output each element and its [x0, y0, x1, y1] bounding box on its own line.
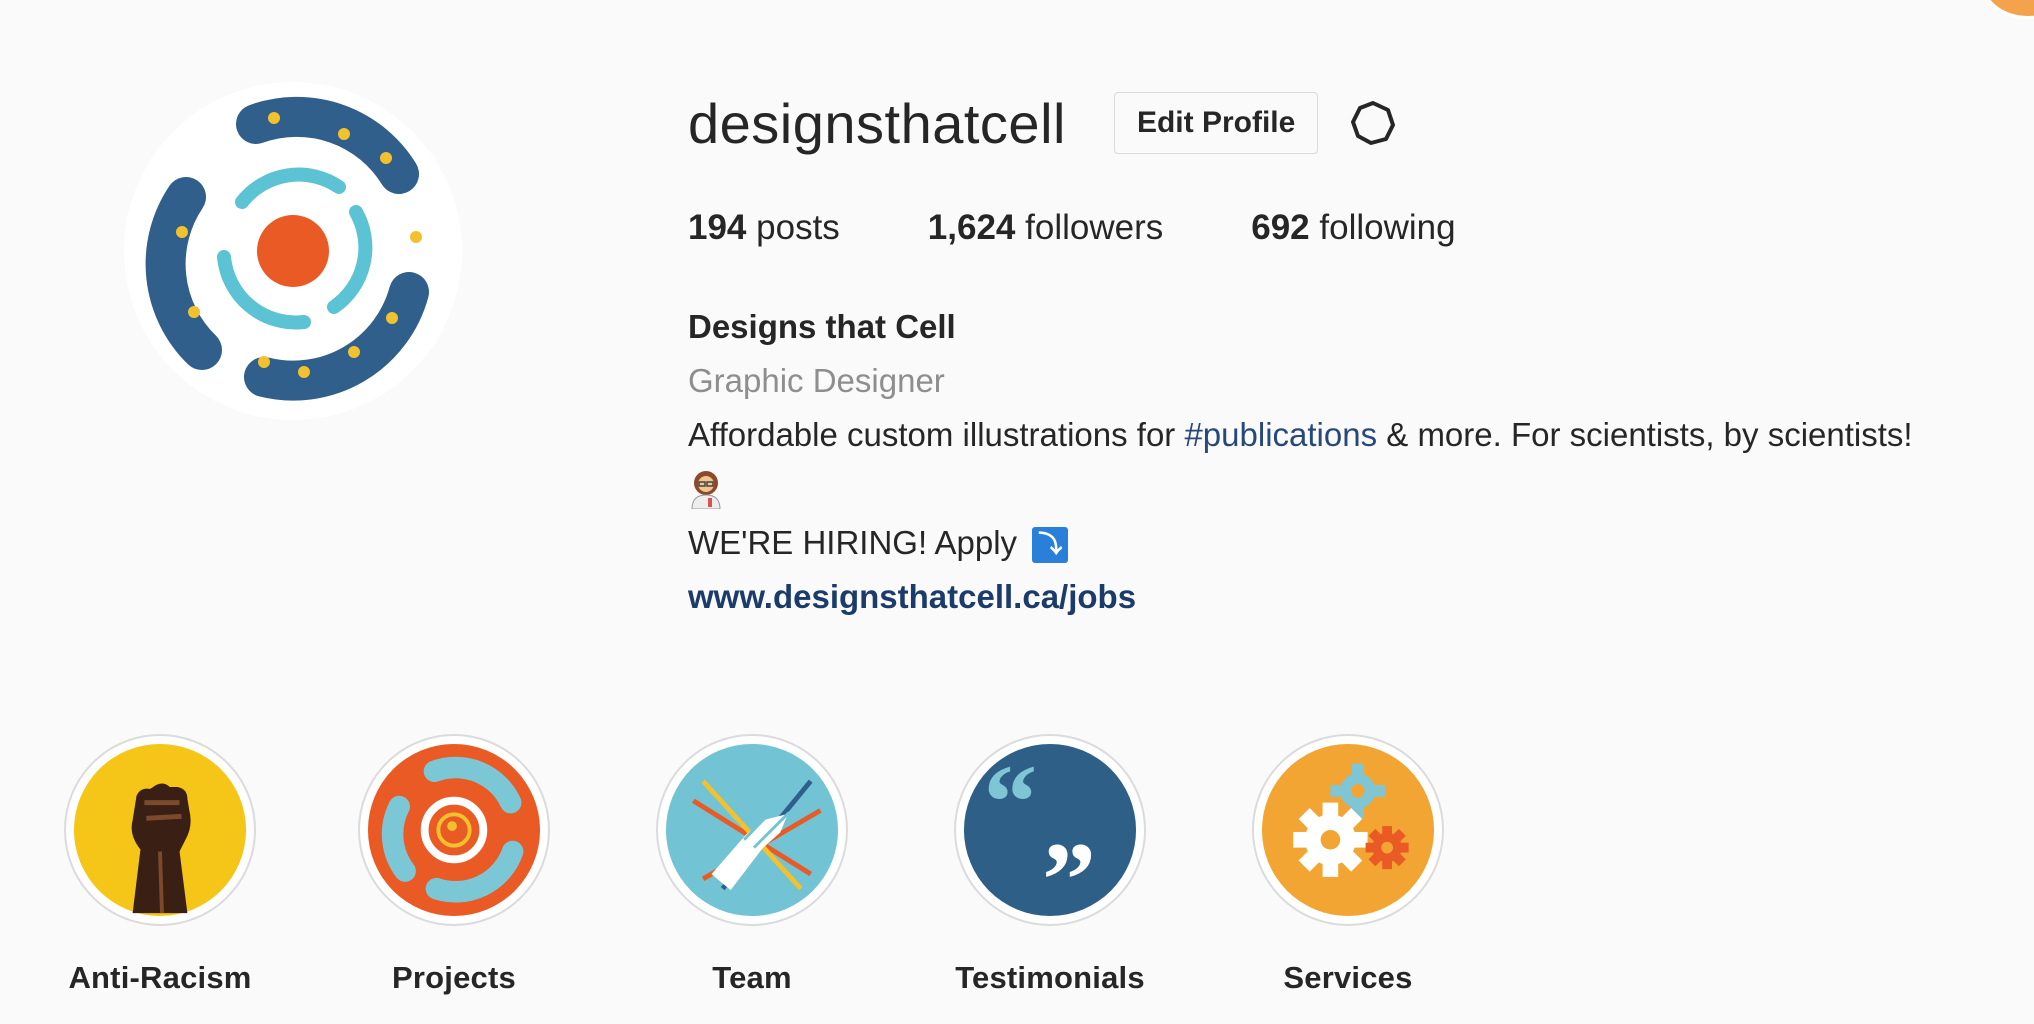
posts-count: 194	[688, 208, 747, 247]
raised-fist-icon	[64, 734, 256, 926]
svg-text:”: ”	[1042, 821, 1096, 918]
bio-text: Affordable custom illustrations for #pub…	[688, 408, 2028, 462]
gear-icon[interactable]	[1346, 96, 1400, 150]
handshake-icon	[656, 734, 848, 926]
profile-bio: Designs that Cell Graphic Designer Affor…	[688, 300, 2028, 624]
cell-logo-icon	[358, 734, 550, 926]
followers-stat[interactable]: 1,624 followers	[928, 208, 1163, 248]
followers-count: 1,624	[927, 208, 1016, 247]
highlight-label: Services	[1283, 960, 1413, 995]
bio-text-start: Affordable custom illustrations for	[688, 416, 1185, 453]
highlight-team[interactable]: Team	[622, 734, 882, 996]
svg-text:“: “	[984, 743, 1038, 862]
display-name: Designs that Cell	[688, 308, 956, 345]
quote-icon: “ ”	[954, 734, 1146, 926]
highlight-label: Projects	[392, 960, 516, 995]
corner-badge-icon	[1982, 0, 2034, 16]
following-stat[interactable]: 692 following	[1251, 208, 1455, 248]
highlight-testimonials[interactable]: “ ” Testimonials	[920, 734, 1180, 996]
scientist-emoji-icon	[688, 462, 2028, 516]
profile-stats: 194 posts 1,624 followers 692 following	[688, 208, 1544, 248]
gears-icon	[1252, 734, 1444, 926]
profile-avatar[interactable]	[124, 82, 462, 420]
edit-profile-button[interactable]: Edit Profile	[1113, 92, 1319, 154]
profile-header: designsthatcell Edit Profile	[688, 88, 1400, 158]
arrow-down-icon: ⤵	[1032, 527, 1069, 564]
category-label: Graphic Designer	[688, 362, 945, 399]
highlight-label: Team	[712, 960, 792, 995]
hiring-line: WE'RE HIRING! Apply ⤵	[688, 516, 2028, 570]
username: designsthatcell	[688, 91, 1066, 155]
cell-logo-icon	[124, 82, 462, 420]
highlight-label: Anti-Racism	[68, 960, 252, 995]
followers-label: followers	[1025, 208, 1164, 247]
website-link[interactable]: www.designsthatcell.ca/jobs	[688, 570, 2028, 624]
posts-label: posts	[756, 208, 840, 247]
hashtag-link[interactable]: #publications	[1184, 416, 1377, 453]
posts-stat[interactable]: 194 posts	[688, 208, 840, 248]
following-count: 692	[1251, 208, 1310, 247]
bio-text-end: & more. For scientists, by scientists!	[1377, 416, 1913, 453]
profile-page: designsthatcell Edit Profile 194 posts 1…	[0, 0, 2034, 1024]
highlight-label: Testimonials	[955, 960, 1145, 995]
hiring-text: WE'RE HIRING! Apply	[688, 524, 1018, 561]
highlight-anti-racism[interactable]: Anti-Racism	[30, 734, 290, 996]
highlight-services[interactable]: Services	[1218, 734, 1478, 996]
highlight-projects[interactable]: Projects	[324, 734, 584, 996]
following-label: following	[1319, 208, 1456, 247]
